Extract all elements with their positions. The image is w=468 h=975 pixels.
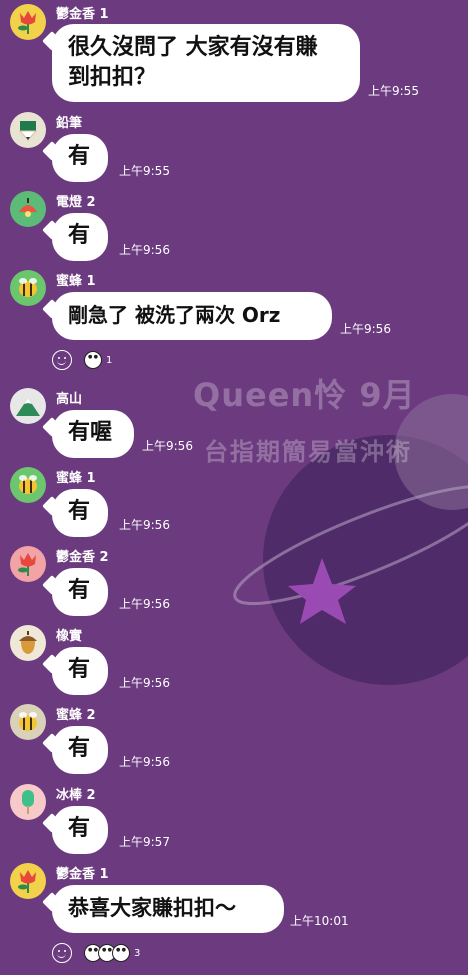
lamp-icon	[19, 198, 37, 217]
message-time: 上午9:55	[368, 84, 419, 98]
popsicle-avatar[interactable]	[10, 784, 46, 820]
bee-avatar[interactable]	[10, 704, 46, 740]
sender-name: 鬱金香 1	[56, 7, 109, 22]
message-time: 上午9:56	[119, 243, 170, 257]
message-line: 到扣扣？	[68, 65, 157, 90]
tulip-icon	[18, 11, 36, 34]
sender-name: 鬱金香 1	[56, 867, 109, 882]
reaction-bar: 3	[52, 943, 140, 963]
add-reaction-icon[interactable]	[52, 943, 72, 963]
sender-name: 橡實	[56, 629, 83, 644]
pencil-icon	[18, 121, 38, 141]
reaction-sticker-icon[interactable]	[84, 351, 102, 369]
message-time: 上午9:57	[119, 835, 170, 849]
message-bubble[interactable]: 有	[52, 647, 108, 695]
message-time: 上午9:56	[119, 518, 170, 532]
pencil-avatar[interactable]	[10, 112, 46, 148]
message-time: 上午9:56	[340, 322, 391, 336]
message-bubble[interactable]: 很久沒問了 大家有沒有賺 到扣扣？	[52, 24, 360, 102]
sender-name: 蜜蜂 2	[56, 708, 96, 723]
bee-icon	[19, 278, 37, 297]
message-bubble[interactable]: 剛急了 被洗了兩次 Orz	[52, 292, 332, 340]
message-bubble[interactable]: 有	[52, 726, 108, 774]
mountain-icon	[16, 398, 40, 416]
sender-name: 冰棒 2	[56, 788, 96, 803]
message-time: 上午9:55	[119, 164, 170, 178]
tulip-avatar[interactable]	[10, 863, 46, 899]
tulip-icon	[18, 553, 36, 576]
sender-name: 高山	[56, 392, 83, 407]
bee-icon	[19, 475, 37, 494]
message-bubble[interactable]: 有	[52, 213, 108, 261]
tulip-avatar[interactable]	[10, 546, 46, 582]
message-time: 上午10:01	[290, 914, 349, 928]
reaction-bar: 1	[52, 350, 112, 370]
message-time: 上午9:56	[142, 439, 193, 453]
add-reaction-icon[interactable]	[52, 350, 72, 370]
sender-name: 蜜蜂 1	[56, 274, 96, 289]
tulip-icon	[18, 870, 36, 893]
message-bubble[interactable]: 有	[52, 489, 108, 537]
sender-name: 鉛筆	[56, 116, 83, 131]
sender-name: 蜜蜂 1	[56, 471, 96, 486]
bee-avatar[interactable]	[10, 467, 46, 503]
reaction-count: 3	[134, 947, 141, 959]
message-time: 上午9:56	[119, 755, 170, 769]
lamp-avatar[interactable]	[10, 191, 46, 227]
message-bubble[interactable]: 有	[52, 806, 108, 854]
message-bubble[interactable]: 恭喜大家賺扣扣～	[52, 885, 284, 933]
message-time: 上午9:56	[119, 597, 170, 611]
acorn-avatar[interactable]	[10, 625, 46, 661]
reaction-count: 1	[106, 354, 113, 366]
message-bubble[interactable]: 有	[52, 568, 108, 616]
mountain-avatar[interactable]	[10, 388, 46, 424]
reaction-stickers[interactable]	[84, 944, 130, 962]
wallpaper-subtitle: 台指期簡易當沖術	[204, 438, 412, 466]
popsicle-icon	[22, 790, 34, 814]
wallpaper-title: Queen怜 9月	[193, 376, 416, 414]
bee-avatar[interactable]	[10, 270, 46, 306]
sender-name: 電燈 2	[56, 195, 96, 210]
reaction-sticker-icon	[112, 944, 130, 962]
message-time: 上午9:56	[119, 676, 170, 690]
tulip-avatar[interactable]	[10, 4, 46, 40]
acorn-icon	[19, 631, 37, 654]
message-line: 很久沒問了 大家有沒有賺	[68, 35, 318, 60]
message-bubble[interactable]: 有	[52, 134, 108, 182]
message-bubble[interactable]: 有喔	[52, 410, 134, 458]
sender-name: 鬱金香 2	[56, 550, 109, 565]
bee-icon	[19, 712, 37, 731]
